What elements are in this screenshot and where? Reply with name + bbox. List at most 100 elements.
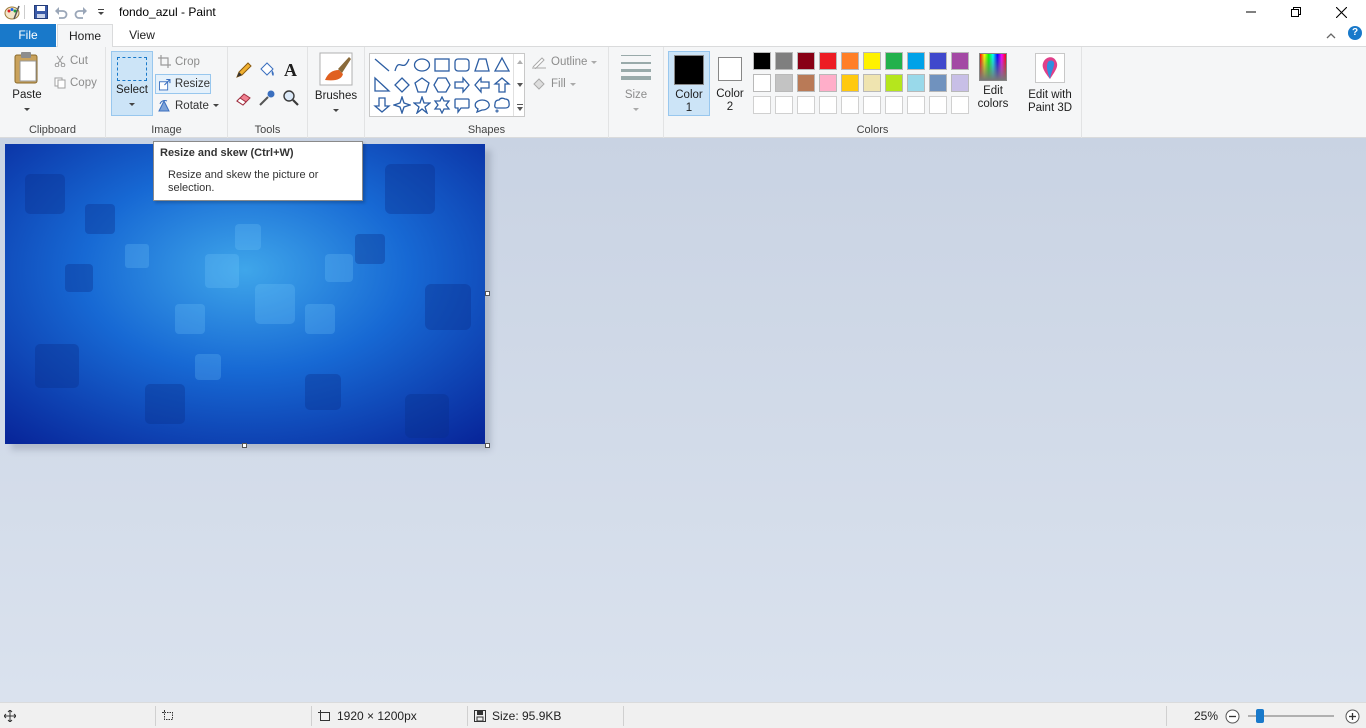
undo-icon[interactable] bbox=[53, 4, 69, 20]
color2-button[interactable]: Color 2 bbox=[711, 51, 749, 116]
palette-swatch[interactable] bbox=[929, 52, 947, 70]
palette-swatch[interactable] bbox=[863, 96, 881, 114]
left-arrow-shape-icon[interactable] bbox=[473, 76, 491, 94]
palette-swatch[interactable] bbox=[841, 74, 859, 92]
shapes-scrollbar[interactable] bbox=[513, 54, 525, 116]
fill-bucket-icon[interactable] bbox=[258, 61, 276, 82]
customize-quick-access-icon[interactable] bbox=[93, 4, 109, 20]
color1-button[interactable]: Color 1 bbox=[668, 51, 710, 116]
edit-colors-button[interactable]: Edit colors bbox=[972, 53, 1014, 115]
rectangle-shape-icon[interactable] bbox=[433, 56, 451, 74]
redo-icon[interactable] bbox=[73, 4, 89, 20]
close-button[interactable] bbox=[1318, 0, 1364, 24]
fill-button[interactable]: Fill bbox=[531, 77, 576, 91]
palette-swatch[interactable] bbox=[753, 52, 771, 70]
resize-button[interactable]: Resize bbox=[155, 74, 211, 94]
down-arrow-shape-icon[interactable] bbox=[373, 96, 391, 114]
size-button[interactable]: Size bbox=[615, 53, 657, 115]
restore-button[interactable] bbox=[1273, 0, 1319, 24]
eraser-icon[interactable] bbox=[235, 89, 253, 110]
palette-swatch[interactable] bbox=[841, 52, 859, 70]
tab-home[interactable]: Home bbox=[57, 24, 113, 48]
palette-swatch[interactable] bbox=[951, 96, 969, 114]
save-icon[interactable] bbox=[33, 4, 49, 20]
oval-callout-shape-icon[interactable] bbox=[473, 96, 491, 114]
diamond-shape-icon[interactable] bbox=[393, 76, 411, 94]
tab-file[interactable]: File bbox=[0, 24, 56, 47]
polygon-shape-icon[interactable] bbox=[473, 56, 491, 74]
palette-swatch[interactable] bbox=[907, 96, 925, 114]
pencil-icon[interactable] bbox=[235, 61, 253, 82]
minimize-button[interactable] bbox=[1228, 0, 1274, 24]
zoom-slider-thumb[interactable] bbox=[1256, 709, 1264, 723]
palette-swatch[interactable] bbox=[753, 74, 771, 92]
triangle-shape-icon[interactable] bbox=[493, 56, 511, 74]
text-tool-icon[interactable]: A bbox=[284, 60, 297, 81]
rounded-callout-shape-icon[interactable] bbox=[453, 96, 471, 114]
curve-shape-icon[interactable] bbox=[393, 56, 411, 74]
disk-icon bbox=[474, 710, 486, 722]
select-button[interactable]: Select bbox=[111, 51, 153, 116]
palette-swatch[interactable] bbox=[885, 96, 903, 114]
canvas-workspace[interactable] bbox=[0, 138, 1366, 702]
palette-swatch[interactable] bbox=[775, 52, 793, 70]
palette-swatch[interactable] bbox=[819, 52, 837, 70]
palette-swatch[interactable] bbox=[907, 52, 925, 70]
palette-swatch[interactable] bbox=[951, 74, 969, 92]
help-icon[interactable]: ? bbox=[1348, 26, 1362, 40]
minimize-ribbon-icon[interactable] bbox=[1326, 29, 1336, 43]
resize-handle-bottom[interactable] bbox=[242, 443, 247, 448]
hexagon-shape-icon[interactable] bbox=[433, 76, 451, 94]
tab-view[interactable]: View bbox=[116, 24, 168, 47]
palette-swatch[interactable] bbox=[863, 74, 881, 92]
palette-swatch[interactable] bbox=[929, 74, 947, 92]
cloud-callout-shape-icon[interactable] bbox=[493, 96, 511, 114]
up-arrow-shape-icon[interactable] bbox=[493, 76, 511, 94]
copy-button[interactable]: Copy bbox=[54, 77, 97, 89]
right-triangle-shape-icon[interactable] bbox=[373, 76, 391, 94]
palette-swatch[interactable] bbox=[753, 96, 771, 114]
six-point-star-shape-icon[interactable] bbox=[433, 96, 451, 114]
palette-swatch[interactable] bbox=[951, 52, 969, 70]
zoom-out-button[interactable] bbox=[1225, 703, 1240, 728]
cut-button[interactable]: Cut bbox=[54, 55, 88, 67]
palette-swatch[interactable] bbox=[885, 74, 903, 92]
palette-swatch[interactable] bbox=[775, 74, 793, 92]
palette-swatch[interactable] bbox=[863, 52, 881, 70]
paste-button[interactable]: Paste bbox=[6, 51, 48, 115]
palette-swatch[interactable] bbox=[929, 96, 947, 114]
scroll-down-icon[interactable] bbox=[516, 82, 524, 88]
outline-button[interactable]: Outline bbox=[531, 55, 598, 69]
magnifier-icon[interactable] bbox=[282, 89, 300, 110]
brushes-button[interactable]: Brushes bbox=[313, 52, 359, 114]
right-arrow-shape-icon[interactable] bbox=[453, 76, 471, 94]
palette-swatch[interactable] bbox=[841, 96, 859, 114]
palette-swatch[interactable] bbox=[797, 74, 815, 92]
four-point-star-shape-icon[interactable] bbox=[393, 96, 411, 114]
zoom-in-button[interactable] bbox=[1345, 703, 1360, 728]
color-picker-icon[interactable] bbox=[258, 89, 276, 110]
shapes-gallery bbox=[369, 53, 525, 117]
palette-swatch[interactable] bbox=[819, 96, 837, 114]
gallery-expand-icon[interactable] bbox=[516, 104, 524, 112]
resize-handle-right[interactable] bbox=[485, 291, 490, 296]
crop-button[interactable]: Crop bbox=[158, 55, 200, 68]
palette-swatch[interactable] bbox=[907, 74, 925, 92]
scroll-up-icon[interactable] bbox=[516, 59, 524, 65]
resize-handle-corner[interactable] bbox=[485, 443, 490, 448]
oval-shape-icon[interactable] bbox=[413, 56, 431, 74]
palette-swatch[interactable] bbox=[775, 96, 793, 114]
five-point-star-shape-icon[interactable] bbox=[413, 96, 431, 114]
rounded-rectangle-shape-icon[interactable] bbox=[453, 56, 471, 74]
dimensions-text: 1920 × 1200px bbox=[337, 709, 417, 723]
palette-swatch[interactable] bbox=[885, 52, 903, 70]
pentagon-shape-icon[interactable] bbox=[413, 76, 431, 94]
rotate-button[interactable]: Rotate bbox=[158, 99, 219, 112]
palette-swatch[interactable] bbox=[797, 52, 815, 70]
paint-app-icon[interactable] bbox=[4, 4, 20, 20]
palette-swatch[interactable] bbox=[819, 74, 837, 92]
edit-with-paint3d-button[interactable]: Edit with Paint 3D bbox=[1022, 53, 1078, 115]
paste-label: Paste bbox=[12, 89, 42, 101]
line-shape-icon[interactable] bbox=[373, 56, 391, 74]
palette-swatch[interactable] bbox=[797, 96, 815, 114]
